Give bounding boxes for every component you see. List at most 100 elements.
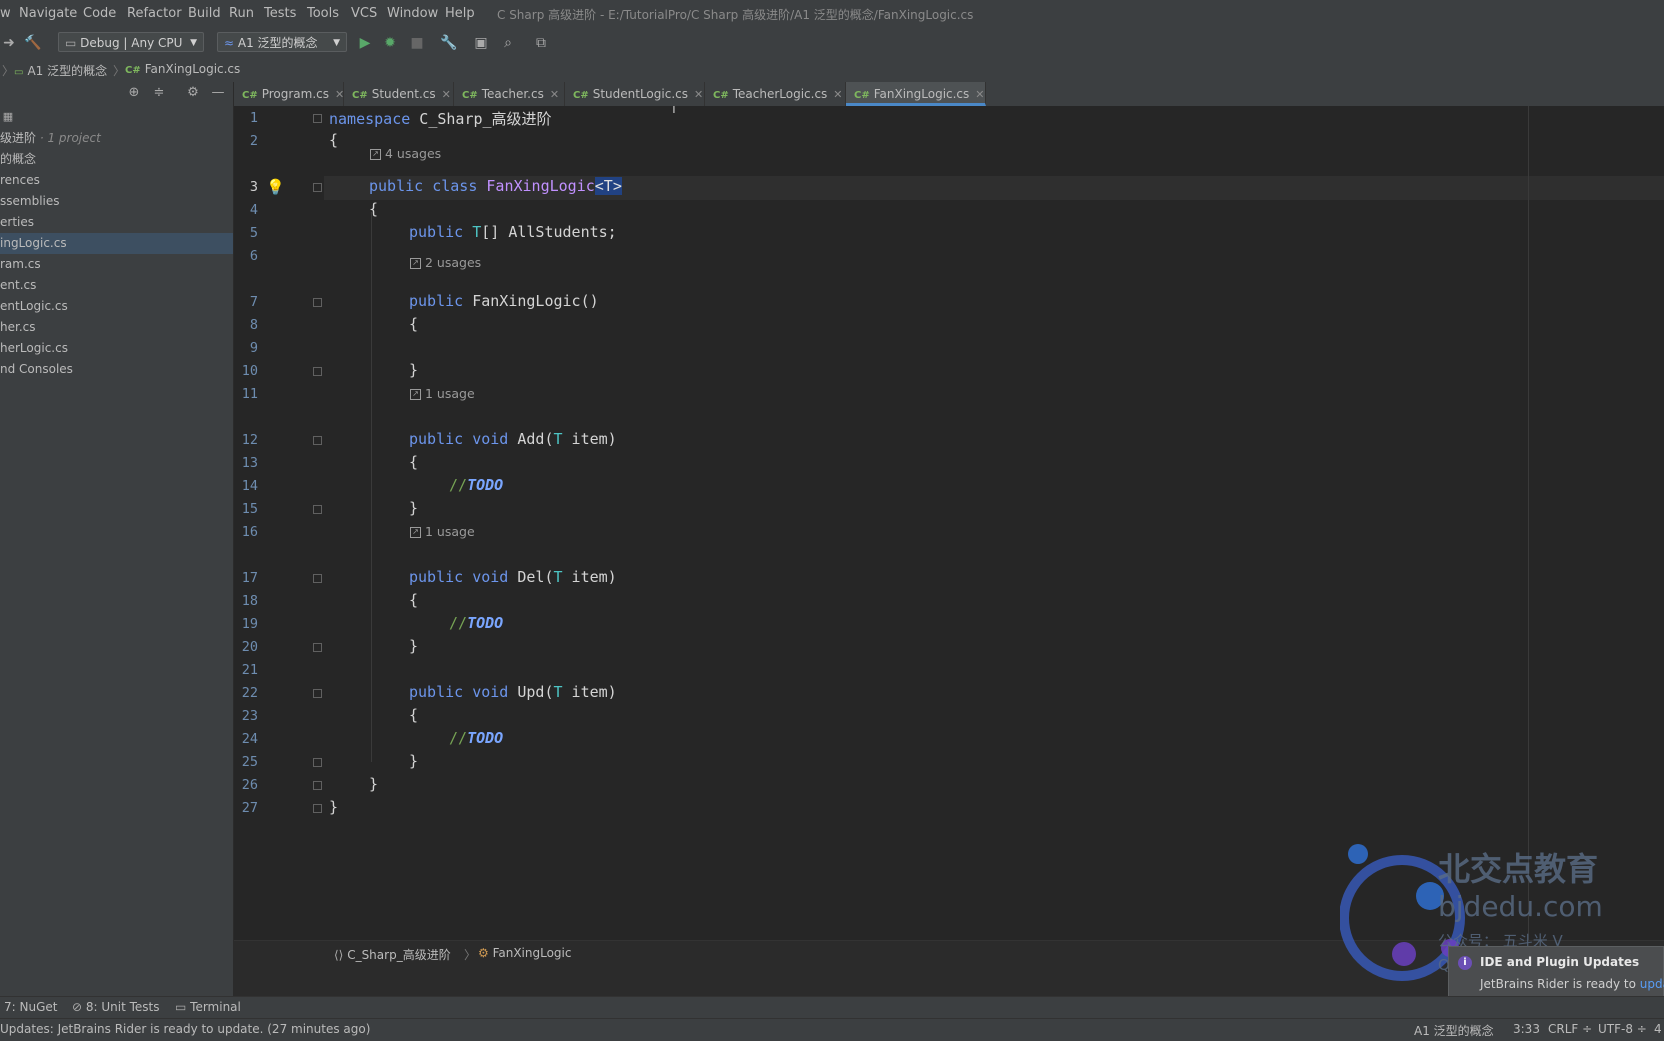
status-bar: Updates: JetBrains Rider is ready to upd…: [0, 1018, 1664, 1041]
terminal-button[interactable]: ▭ Terminal: [175, 1000, 241, 1014]
fold-marker-icon[interactable]: [313, 114, 322, 123]
tree-item-fanxinglogic[interactable]: ingLogic.cs: [0, 233, 233, 254]
layout-window-icon[interactable]: ▣: [472, 34, 490, 52]
line-number: 17: [241, 570, 258, 586]
code-line-24: //TODO: [449, 729, 503, 747]
debug-bug-icon[interactable]: ✹: [381, 34, 399, 52]
menu-run[interactable]: Run: [229, 6, 254, 21]
indent-guide: [371, 212, 372, 762]
tab-program[interactable]: C# Program.cs ✕: [234, 82, 344, 106]
close-icon[interactable]: ✕: [975, 88, 984, 101]
tree-item-student[interactable]: ent.cs: [0, 275, 233, 296]
fold-marker-icon[interactable]: [313, 781, 322, 790]
fold-marker-icon[interactable]: [313, 183, 322, 192]
fold-marker-icon[interactable]: [313, 367, 322, 376]
forward-arrow-icon[interactable]: ➜: [0, 34, 18, 52]
menu-tools[interactable]: Tools: [307, 6, 339, 21]
usages-hint-label: 1 usage: [425, 386, 475, 401]
code-token: T: [463, 223, 482, 241]
tab-teacherlogic[interactable]: C# TeacherLogic.cs ✕: [705, 82, 846, 106]
usages-hint[interactable]: ↗ 2 usages: [410, 255, 481, 270]
breadcrumb-file[interactable]: C# FanXingLogic.cs: [125, 62, 240, 76]
close-icon[interactable]: ✕: [550, 88, 559, 101]
status-line-ending[interactable]: CRLF ÷: [1548, 1022, 1592, 1036]
line-number: 13: [241, 455, 258, 471]
text-cursor-icon: I: [672, 106, 676, 117]
tree-item-solution[interactable]: 级进阶 · 1 project: [0, 128, 233, 149]
status-message[interactable]: Updates: JetBrains Rider is ready to upd…: [0, 1022, 370, 1036]
breadcrumb-project[interactable]: ▭ A1 泛型的概念: [14, 62, 107, 79]
code-line-1: namespace C_Sharp_高级进阶: [329, 108, 552, 129]
fold-marker-icon[interactable]: [313, 643, 322, 652]
close-icon[interactable]: ✕: [833, 88, 842, 101]
search-icon[interactable]: ⌕: [499, 34, 517, 52]
tab-studentlogic[interactable]: C# StudentLogic.cs ✕: [565, 82, 705, 106]
unit-tests-button[interactable]: ⊘ 8: Unit Tests: [72, 1000, 160, 1014]
menu-code[interactable]: Code: [83, 6, 116, 21]
fold-marker-icon[interactable]: [313, 758, 322, 767]
lightbulb-icon[interactable]: 💡: [266, 178, 285, 196]
fold-marker-icon[interactable]: [313, 574, 322, 583]
fold-marker-icon[interactable]: [313, 505, 322, 514]
usages-hint[interactable]: ↗ 1 usage: [410, 524, 475, 539]
gear-icon[interactable]: ⚙: [185, 85, 201, 101]
fold-marker-icon[interactable]: [313, 804, 322, 813]
build-hammer-icon[interactable]: 🔨: [24, 34, 42, 52]
tree-item-assemblies[interactable]: ssemblies: [0, 191, 233, 212]
usages-hint[interactable]: ↗ 4 usages: [370, 146, 441, 161]
status-caret-position[interactable]: 3:33: [1513, 1022, 1540, 1036]
fold-marker-icon[interactable]: [313, 298, 322, 307]
crumb-namespace[interactable]: ⟨⟩ C_Sharp_高级进阶: [334, 946, 451, 963]
settings-wrench-icon[interactable]: 🔧: [440, 34, 458, 52]
line-number: 20: [241, 639, 258, 655]
menu-tests[interactable]: Tests: [264, 6, 296, 21]
nuget-button[interactable]: 7: NuGet: [4, 1000, 57, 1014]
menu-view[interactable]: w: [0, 6, 11, 21]
code-line-3: public class FanXingLogic<T>: [369, 177, 622, 195]
tree-item-project[interactable]: 的概念: [0, 149, 233, 170]
menu-window[interactable]: Window: [387, 6, 438, 21]
status-indent[interactable]: 4: [1654, 1022, 1662, 1036]
fold-marker-icon[interactable]: [313, 436, 322, 445]
tree-item-references[interactable]: rences: [0, 170, 233, 191]
notification-update-link[interactable]: update: [1640, 977, 1664, 991]
menu-build[interactable]: Build: [188, 6, 221, 21]
presentation-icon[interactable]: ⧉: [532, 34, 550, 52]
fold-marker-icon[interactable]: [313, 689, 322, 698]
hide-minus-icon[interactable]: —: [210, 85, 226, 101]
close-icon[interactable]: ✕: [694, 88, 703, 101]
menu-help[interactable]: Help: [445, 6, 475, 21]
run-icon[interactable]: ▶: [356, 34, 374, 52]
code-line-2: {: [329, 131, 339, 149]
menu-vcs[interactable]: VCS: [351, 6, 377, 21]
tree-item-properties[interactable]: erties: [0, 212, 233, 233]
tab-fanxinglogic[interactable]: C# FanXingLogic.cs ✕: [846, 82, 986, 106]
code-token: FanXingLogic: [477, 177, 595, 195]
tab-student[interactable]: C# Student.cs ✕: [344, 82, 454, 106]
line-number: 8: [249, 317, 258, 333]
tree-item-studentlogic[interactable]: entLogic.cs: [0, 296, 233, 317]
update-notification[interactable]: i IDE and Plugin Updates JetBrains Rider…: [1448, 946, 1664, 1002]
tree-item-teacherlogic[interactable]: herLogic.cs: [0, 338, 233, 359]
run-configuration-select[interactable]: ▭ Debug | Any CPU ▼: [58, 32, 204, 52]
code-line-27: }: [329, 798, 339, 816]
close-icon[interactable]: ✕: [335, 88, 344, 101]
project-select[interactable]: ≈ A1 泛型的概念 ▼: [217, 32, 347, 52]
code-editor[interactable]: 1 2 3 4 5 6 7 8 9 10 11 12 13 14 15 16 1…: [234, 106, 1664, 966]
menu-refactor[interactable]: Refactor: [127, 6, 182, 21]
tree-item-teacher[interactable]: her.cs: [0, 317, 233, 338]
locate-target-icon[interactable]: ⊕: [126, 85, 142, 101]
terminal-label: Terminal: [190, 1000, 241, 1014]
tree-item-program[interactable]: ram.cs: [0, 254, 233, 275]
tab-label: TeacherLogic.cs: [732, 87, 828, 101]
menu-navigate[interactable]: Navigate: [19, 6, 77, 21]
collapse-all-icon[interactable]: ≑: [151, 85, 167, 101]
usages-hint[interactable]: ↗ 1 usage: [410, 386, 475, 401]
status-encoding[interactable]: UTF-8 ÷: [1598, 1022, 1647, 1036]
tree-item-scratches[interactable]: nd Consoles: [0, 359, 233, 380]
stop-icon[interactable]: ■: [408, 34, 426, 52]
crumb-class[interactable]: ⚙ FanXingLogic: [478, 946, 571, 960]
tab-teacher[interactable]: C# Teacher.cs ✕: [454, 82, 565, 106]
close-icon[interactable]: ✕: [442, 88, 451, 101]
status-project[interactable]: A1 泛型的概念: [1414, 1022, 1494, 1039]
